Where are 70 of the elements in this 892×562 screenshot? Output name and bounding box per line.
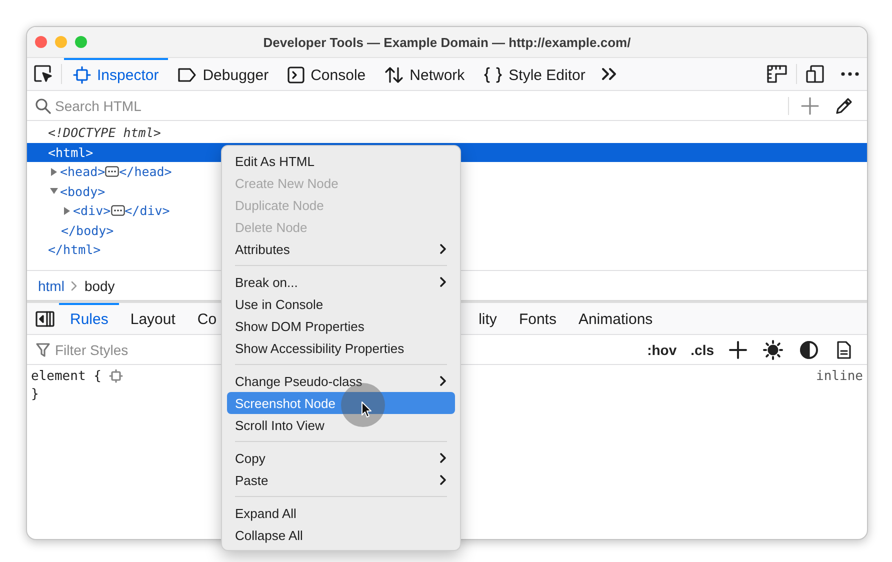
menu-item[interactable]: Use in Console: [227, 293, 455, 315]
search-icon: [35, 98, 51, 114]
menu-item[interactable]: Paste: [227, 469, 455, 491]
panel-tab[interactable]: Style Editor: [474, 58, 594, 90]
markup-node[interactable]: </div>: [124, 203, 170, 218]
ellipsis-icon[interactable]: [105, 166, 120, 178]
pick-element-icon[interactable]: [33, 64, 53, 84]
markup-node[interactable]: </head>: [119, 164, 172, 180]
submenu-chevron-icon: [439, 452, 447, 464]
menu-item[interactable]: Show Accessibility Properties: [227, 337, 455, 359]
chevron-icon: [70, 280, 78, 290]
contrast-icon[interactable]: [799, 340, 819, 360]
sun-icon[interactable]: [763, 340, 783, 360]
markup-node[interactable]: <html>: [48, 144, 94, 160]
doctype-text: <!DOCTYPE html>: [48, 125, 161, 140]
sidebar-tab[interactable]: Rules: [59, 303, 120, 334]
panel-tab[interactable]: Debugger: [168, 58, 278, 90]
sidebar-tab[interactable]: Co: [186, 303, 228, 334]
menu-item[interactable]: Show DOM Properties: [227, 315, 455, 337]
pseudo-toggle[interactable]: .cls: [686, 342, 719, 358]
pseudo-toggle[interactable]: :hov: [642, 342, 682, 358]
panel-tab[interactable]: Network: [374, 58, 474, 90]
markup-node[interactable]: <head>: [60, 164, 106, 180]
menu-item[interactable]: Attributes: [227, 238, 455, 260]
responsive-design-icon[interactable]: [805, 64, 827, 84]
breadcrumb[interactable]: body: [84, 278, 115, 294]
submenu-chevron-icon: [439, 474, 447, 486]
document-icon[interactable]: [835, 340, 853, 360]
rule-source[interactable]: inline: [816, 368, 863, 384]
inspector-icon: [73, 66, 91, 84]
sidebar-tab[interactable]: lity: [468, 303, 508, 334]
menu-item[interactable]: Screenshot Node: [227, 392, 455, 414]
close-button[interactable]: [35, 36, 47, 48]
submenu-chevron-icon: [439, 375, 447, 387]
markup-node[interactable]: </body>: [61, 222, 114, 238]
rule-selector: element {: [31, 368, 102, 384]
menu-item[interactable]: Expand All: [227, 502, 455, 524]
sidebar-tab[interactable]: Animations: [567, 303, 664, 334]
braces-icon: [482, 66, 503, 84]
sidebar-tab[interactable]: Fonts: [508, 303, 568, 334]
chevrons-icon[interactable]: [600, 66, 618, 82]
breadcrumb[interactable]: html: [38, 278, 64, 294]
panel-tab[interactable]: Inspector: [64, 58, 168, 90]
submenu-chevron-icon: [439, 243, 447, 255]
markup-node[interactable]: <div>: [73, 203, 111, 218]
menu-item[interactable]: Collapse All: [227, 524, 455, 546]
network-icon: [384, 66, 404, 84]
ellipsis-icon[interactable]: [110, 205, 125, 216]
menu-item[interactable]: Edit As HTML: [227, 150, 455, 172]
expanded-icon[interactable]: [50, 187, 58, 196]
highlight-element-icon[interactable]: [109, 369, 124, 383]
debugger-icon: [176, 67, 197, 83]
menu-item[interactable]: Change Pseudo-class: [227, 370, 455, 392]
console-icon: [286, 66, 305, 84]
submenu-chevron-icon: [439, 276, 447, 288]
menu-item[interactable]: Break on...: [227, 271, 455, 293]
sidebar-tab[interactable]: Layout: [119, 303, 186, 334]
sidebar-toggle-icon[interactable]: [35, 310, 55, 328]
add-icon[interactable]: [729, 340, 747, 358]
collapsed-icon[interactable]: [63, 206, 71, 215]
markup-node[interactable]: <body>: [60, 184, 106, 199]
menu-item[interactable]: Scroll Into View: [227, 414, 455, 436]
window-title: Developer Tools — Example Domain — http://example.com/: [262, 34, 632, 50]
collapsed-icon[interactable]: [50, 168, 58, 176]
panel-tab[interactable]: Console: [278, 58, 375, 90]
filter-icon: [35, 342, 51, 358]
menu-item[interactable]: Copy: [227, 447, 455, 469]
rule-close: }: [31, 386, 39, 402]
ruler-icon[interactable]: [766, 64, 788, 84]
markup-node[interactable]: </html>: [48, 242, 101, 258]
